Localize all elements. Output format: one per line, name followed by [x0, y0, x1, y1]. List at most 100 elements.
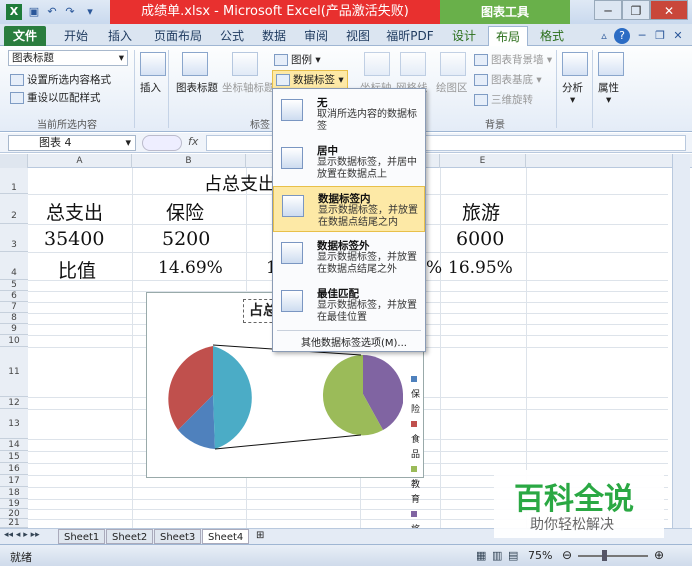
row-header[interactable]: 9 — [0, 324, 28, 335]
data-labels-button[interactable]: 数据标签 ▾ — [272, 70, 348, 89]
undo-icon[interactable]: ↶ — [44, 4, 60, 20]
vertical-scrollbar[interactable] — [672, 154, 690, 528]
properties-button[interactable]: 属性 — [598, 80, 619, 95]
column-header-a[interactable]: A — [28, 154, 132, 168]
axis-title-icon[interactable] — [232, 52, 258, 76]
menu-item-outside-end[interactable]: 数据标签外 显示数据标签，并放置在数据点结尾之外 — [273, 234, 425, 280]
row-header[interactable]: 16 — [0, 463, 28, 475]
axes-icon[interactable] — [364, 52, 390, 76]
menu-item-center[interactable]: 居中 显示数据标签，并居中放置在数据点上 — [273, 139, 425, 185]
menu-item-none[interactable]: 无 取消所选内容的数据标签 — [273, 91, 425, 137]
menu-item-best-fit[interactable]: 最佳匹配 显示数据标签，并放置在最佳位置 — [273, 282, 425, 328]
row-header[interactable]: 4 — [0, 252, 28, 280]
doc-close-icon[interactable]: ✕ — [670, 28, 686, 44]
view-page-layout-icon[interactable]: ▥ — [492, 549, 502, 562]
column-header-e[interactable]: E — [440, 154, 526, 168]
row-header[interactable]: 6 — [0, 291, 28, 302]
plot-area-icon[interactable] — [440, 52, 466, 76]
row-header[interactable]: 10 — [0, 335, 28, 347]
analysis-button[interactable]: 分析 — [562, 80, 583, 95]
plot-area-button[interactable]: 绘图区 — [436, 80, 468, 95]
column-header-b[interactable]: B — [132, 154, 246, 168]
tab-format[interactable]: 格式 — [532, 26, 572, 46]
properties-icon[interactable] — [598, 52, 624, 76]
analysis-icon[interactable] — [562, 52, 588, 76]
tab-file[interactable]: 文件 — [4, 26, 46, 46]
redo-icon[interactable]: ↷ — [62, 4, 78, 20]
view-normal-icon[interactable]: ▦ — [476, 549, 486, 562]
sheet-nav-icon[interactable]: ◂◂ ◂ ▸ ▸▸ — [4, 530, 40, 540]
chart-element-select[interactable]: 图表标题 ▾ — [8, 50, 128, 66]
zoom-in-icon[interactable]: ⊕ — [654, 548, 664, 562]
properties-dropdown-icon[interactable]: ▾ — [606, 94, 611, 106]
new-sheet-icon[interactable]: ⊞ — [256, 530, 264, 541]
tab-data[interactable]: 数据 — [254, 26, 294, 46]
chart-title-button[interactable]: 图表标题 — [176, 80, 218, 95]
zoom-level[interactable]: 75% — [528, 549, 552, 562]
sheet-tab-sheet3[interactable]: Sheet3 — [154, 529, 202, 544]
row-header[interactable]: 8 — [0, 313, 28, 324]
close-button[interactable]: ✕ — [650, 0, 688, 20]
rotation-3d-button[interactable]: 三维旋转 — [474, 92, 533, 107]
name-box[interactable]: 图表 4 ▾ — [8, 135, 136, 151]
tab-home[interactable]: 开始 — [56, 26, 96, 46]
row-header[interactable]: 3 — [0, 224, 28, 252]
tab-insert[interactable]: 插入 — [100, 26, 140, 46]
tab-formulas[interactable]: 公式 — [212, 26, 252, 46]
row-header[interactable]: 13 — [0, 409, 28, 439]
row-header[interactable]: 21 — [0, 519, 28, 528]
select-all-corner[interactable] — [0, 154, 28, 168]
zoom-out-icon[interactable]: ⊖ — [562, 548, 572, 562]
view-page-break-icon[interactable]: ▤ — [508, 549, 518, 562]
sheet-tab-sheet1[interactable]: Sheet1 — [58, 529, 106, 544]
doc-minimize-icon[interactable]: ─ — [634, 28, 650, 44]
insert-button[interactable]: 插入 — [140, 80, 161, 95]
sheet-tab-sheet4[interactable]: Sheet4 — [202, 529, 250, 544]
row-header[interactable]: 5 — [0, 280, 28, 291]
sheet-tab-sheet2[interactable]: Sheet2 — [106, 529, 154, 544]
row-header[interactable]: 11 — [0, 347, 28, 397]
insert-icon[interactable] — [140, 52, 166, 76]
pie-slice[interactable] — [213, 346, 252, 449]
row-header[interactable]: 12 — [0, 397, 28, 409]
doc-restore-icon[interactable]: ❐ — [652, 28, 668, 44]
row-header[interactable]: 2 — [0, 194, 28, 224]
gridlines-icon[interactable] — [400, 52, 426, 76]
tab-design[interactable]: 设计 — [444, 26, 484, 46]
watermark: 百科全说 助你轻松解决 — [494, 470, 664, 538]
axis-title-button[interactable]: 坐标轴标题 — [222, 80, 275, 95]
analysis-dropdown-icon[interactable]: ▾ — [570, 94, 575, 106]
legend-button[interactable]: 图例 ▾ — [274, 52, 321, 67]
row-header[interactable]: 17 — [0, 475, 28, 487]
formula-controls[interactable] — [142, 135, 182, 151]
chart-wall-button[interactable]: 图表背景墙 ▾ — [474, 52, 552, 67]
tab-foxit-pdf[interactable]: 福昕PDF — [382, 26, 438, 46]
row-header[interactable]: 7 — [0, 302, 28, 313]
tab-layout[interactable]: 布局 — [488, 26, 528, 46]
row-header[interactable]: 14 — [0, 439, 28, 451]
tab-view[interactable]: 视图 — [338, 26, 378, 46]
format-selection-button[interactable]: 设置所选内容格式 — [10, 72, 111, 87]
reset-style-button[interactable]: 重设以匹配样式 — [10, 90, 101, 105]
save-icon[interactable]: ▣ — [26, 4, 42, 20]
zoom-slider[interactable] — [578, 555, 648, 557]
row-header[interactable]: 18 — [0, 487, 28, 499]
fx-icon[interactable]: fx — [188, 135, 198, 148]
minimize-button[interactable]: ─ — [594, 0, 622, 20]
chart-floor-button[interactable]: 图表基底 ▾ — [474, 72, 542, 87]
zoom-slider-thumb[interactable] — [602, 550, 607, 561]
tab-review[interactable]: 审阅 — [296, 26, 336, 46]
reset-icon — [10, 92, 24, 104]
minimize-ribbon-icon[interactable]: ▵ — [596, 28, 612, 44]
customize-qat-icon[interactable]: ▾ — [82, 4, 98, 20]
row-header[interactable]: 1 — [0, 168, 28, 194]
row-header[interactable]: 19 — [0, 499, 28, 509]
menu-item-inside-end[interactable]: 数据标签内 显示数据标签，并放置在数据点结尾之内 — [273, 186, 425, 232]
row-header[interactable]: 15 — [0, 451, 28, 463]
help-icon[interactable]: ? — [614, 28, 630, 44]
watermark-main: 百科全说 — [514, 482, 634, 517]
chart-title-icon[interactable] — [182, 52, 208, 76]
restore-button[interactable]: ❐ — [622, 0, 650, 20]
tab-page-layout[interactable]: 页面布局 — [146, 26, 210, 46]
more-data-label-options[interactable]: 其他数据标签选项(M)... — [301, 334, 407, 349]
